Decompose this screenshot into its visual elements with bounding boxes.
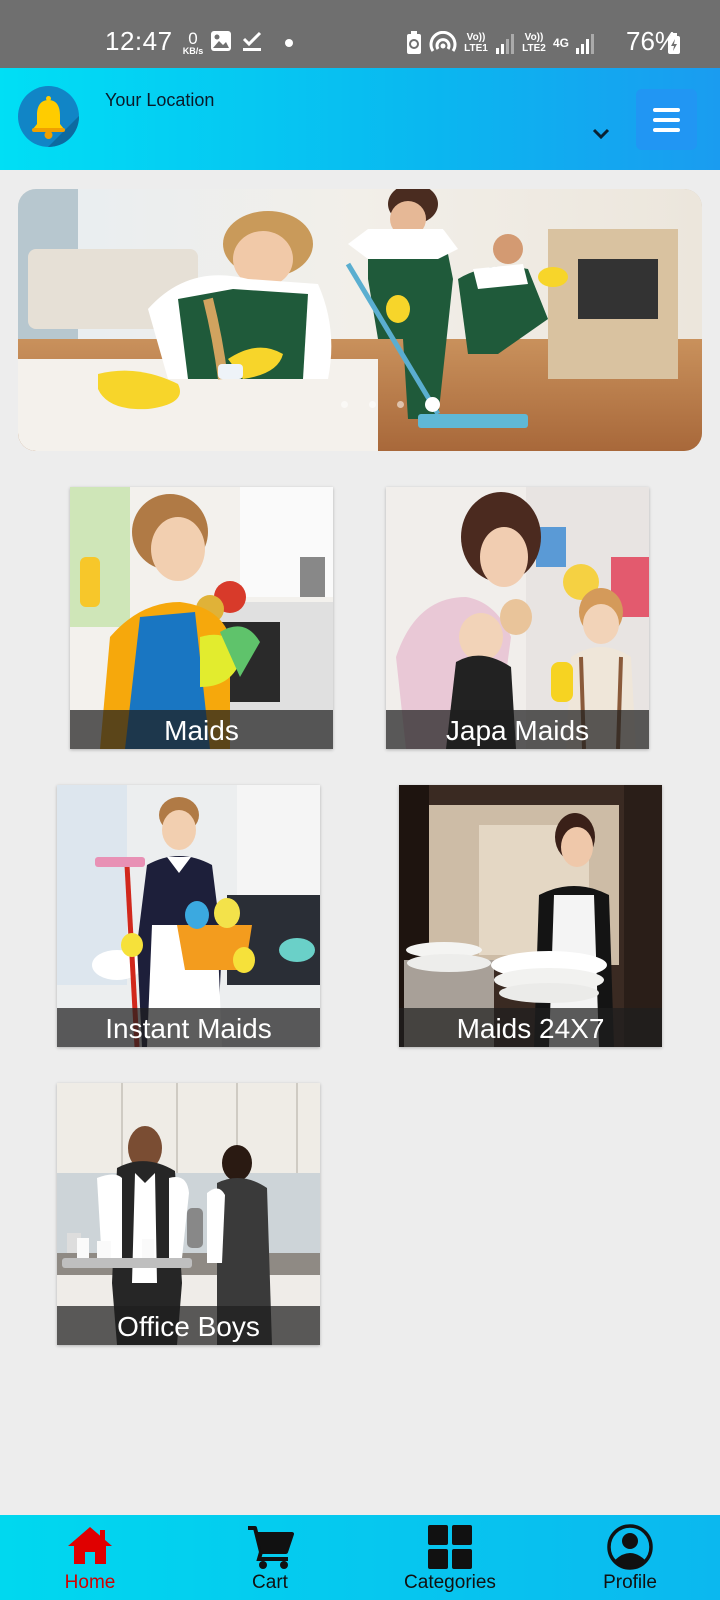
sim1-volte: Vo)) LTE1	[464, 32, 488, 54]
nav-label: Home	[64, 1572, 116, 1593]
hotspot-icon	[429, 31, 457, 52]
nav-cart[interactable]: Cart	[200, 1515, 340, 1600]
nav-categories[interactable]: Categories	[380, 1515, 520, 1600]
network-speed: 0 KB/s	[182, 29, 204, 56]
bottom-navigation: Home Cart Categories Profile	[0, 1515, 720, 1600]
status-bar: 12:47 0 KB/s Vo)) LTE1 Vo)) LTE2 4G 76%	[0, 0, 720, 68]
gallery-icon	[211, 31, 231, 51]
carousel-dot-active[interactable]	[424, 397, 440, 412]
profile-icon	[607, 1524, 653, 1570]
carousel-indicators[interactable]	[18, 397, 702, 412]
menu-icon-bar	[653, 118, 680, 122]
chevron-down-icon[interactable]	[590, 126, 612, 142]
home-icon	[68, 1527, 112, 1564]
notification-dot-icon	[285, 39, 293, 47]
category-tile-maids-24x7[interactable]: Maids 24X7	[399, 785, 662, 1047]
category-label: Office Boys	[57, 1306, 320, 1345]
category-label: Maids	[70, 710, 333, 749]
battery-icon	[668, 33, 680, 54]
carousel-dot[interactable]	[396, 401, 404, 408]
grid-icon	[428, 1525, 472, 1569]
sim2-volte: Vo)) LTE2	[522, 32, 546, 54]
nav-profile[interactable]: Profile	[560, 1515, 700, 1600]
download-done-icon	[242, 31, 262, 51]
nav-home[interactable]: Home	[20, 1515, 160, 1600]
category-tile-office-boys[interactable]: Office Boys	[57, 1083, 320, 1345]
signal-icon	[576, 34, 595, 54]
status-indicators: Vo)) LTE1 Vo)) LTE2 4G	[405, 28, 595, 58]
category-label: Japa Maids	[386, 710, 649, 749]
category-tile-maids[interactable]: Maids	[70, 487, 333, 749]
signal-icon	[496, 34, 514, 54]
category-label: Maids 24X7	[399, 1008, 662, 1047]
nav-label: Categories	[404, 1572, 496, 1593]
category-tile-japa-maids[interactable]: Japa Maids	[386, 487, 649, 749]
app-header: Your Location	[0, 68, 720, 170]
category-tile-instant-maids[interactable]: Instant Maids	[57, 785, 320, 1047]
menu-icon	[653, 108, 680, 112]
menu-icon-bar	[653, 128, 680, 132]
nav-label: Profile	[603, 1572, 657, 1593]
location-label: Your Location	[105, 90, 215, 110]
network-type: 4G	[553, 35, 570, 50]
cart-icon	[248, 1526, 294, 1569]
category-label: Instant Maids	[57, 1008, 320, 1047]
notification-button[interactable]	[18, 86, 79, 147]
bell-icon	[32, 96, 79, 147]
battery-saver-icon	[407, 31, 421, 54]
carousel-dot[interactable]	[368, 401, 376, 408]
nav-label: Cart	[252, 1572, 288, 1593]
carousel-dot[interactable]	[340, 401, 348, 408]
banner-carousel[interactable]	[18, 189, 702, 451]
status-time: 12:47	[105, 26, 173, 56]
menu-button[interactable]	[636, 89, 697, 150]
